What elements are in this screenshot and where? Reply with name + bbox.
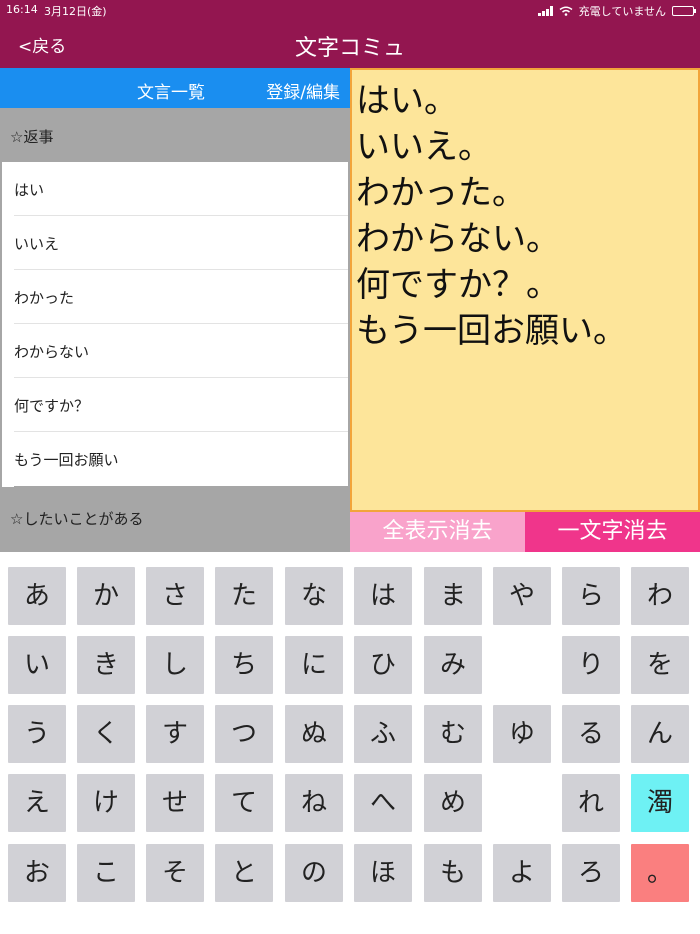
kana-key[interactable]: へ	[354, 774, 412, 832]
back-button[interactable]: <戻る	[18, 32, 66, 57]
display-line: わかった。	[356, 173, 526, 213]
kana-key[interactable]: も	[424, 844, 482, 902]
display-line: 何ですか？。	[356, 265, 560, 305]
kana-key[interactable]: ん	[631, 705, 689, 763]
list-item-label: わかった	[14, 289, 75, 307]
list-item-label: 何ですか？	[14, 397, 90, 415]
phrase-list-items: はい いいえ わかった わからない 何ですか？ もう一回お願い	[2, 162, 348, 487]
kana-key[interactable]: よ	[493, 844, 551, 902]
kana-key[interactable]: つ	[215, 705, 273, 763]
kana-key[interactable]: さ	[146, 567, 204, 625]
kana-key[interactable]: け	[77, 774, 135, 832]
message-display: はい。 いいえ。 わかった。 わからない。 何ですか？。 もう一回お願い。	[350, 68, 700, 512]
kana-key[interactable]: ち	[215, 636, 273, 694]
kana-key[interactable]: お	[8, 844, 66, 902]
page-title: 文字コミュ	[294, 36, 405, 61]
section-title: ☆したいことがある	[10, 510, 144, 528]
kana-key[interactable]: ほ	[354, 844, 412, 902]
kana-key[interactable]: く	[77, 705, 135, 763]
kana-key[interactable]: り	[562, 636, 620, 694]
kana-key[interactable]: な	[285, 567, 343, 625]
list-item-label: もう一回お願い	[14, 451, 119, 469]
section-header-want-to-do: ☆したいことがある	[0, 492, 350, 546]
kana-key[interactable]: え	[8, 774, 66, 832]
wifi-icon	[559, 6, 573, 16]
kana-key[interactable]: ふ	[354, 705, 412, 763]
status-time: 16:14	[6, 3, 38, 16]
list-item-label: いいえ	[14, 235, 60, 253]
kana-key[interactable]: れ	[562, 774, 620, 832]
list-item[interactable]: わかった	[2, 270, 348, 324]
phrase-list[interactable]: ☆返事 はい いいえ わかった わからない 何ですか？ もう一回お願い ☆したい…	[0, 108, 350, 552]
kana-key[interactable]: き	[77, 636, 135, 694]
list-item-label: はい	[14, 181, 45, 199]
clear-all-button[interactable]: 全表示消去	[350, 512, 525, 552]
kana-key[interactable]: ひ	[354, 636, 412, 694]
list-item-label: わからない	[14, 343, 90, 361]
kana-key[interactable]: す	[146, 705, 204, 763]
kana-key[interactable]: ゆ	[493, 705, 551, 763]
kana-key[interactable]: か	[77, 567, 135, 625]
display-line: はい。	[356, 81, 458, 121]
kana-key[interactable]: む	[424, 705, 482, 763]
phrase-panel: 文言一覧 登録/編集 ☆返事 はい いいえ わかった わからない 何ですか？ も…	[0, 68, 350, 552]
display-line: いいえ。	[356, 127, 492, 167]
display-line: もう一回お願い。	[356, 311, 627, 351]
kana-key[interactable]: ろ	[562, 844, 620, 902]
kana-key[interactable]: ぬ	[285, 705, 343, 763]
phrase-list-title: 文言一覧	[137, 83, 205, 103]
nav-bar: 文字コミュ <戻る	[0, 20, 700, 68]
kana-key[interactable]: ま	[424, 567, 482, 625]
kana-key[interactable]: に	[285, 636, 343, 694]
kana-key[interactable]: そ	[146, 844, 204, 902]
kana-key[interactable]: わ	[631, 567, 689, 625]
status-right: 充電していません	[537, 3, 696, 19]
list-item[interactable]: わからない	[2, 324, 348, 378]
kana-key[interactable]: う	[8, 705, 66, 763]
kana-key[interactable]: や	[493, 567, 551, 625]
display-line: わからない。	[356, 219, 560, 259]
list-item[interactable]: もう一回お願い	[2, 432, 348, 487]
status-date: 3月12日(金)	[44, 5, 107, 18]
kana-key[interactable]: み	[424, 636, 482, 694]
kana-key[interactable]: し	[146, 636, 204, 694]
section-header-reply: ☆返事	[0, 108, 350, 162]
phrase-panel-header: 文言一覧 登録/編集	[0, 68, 350, 108]
delete-one-char-button[interactable]: 一文字消去	[525, 512, 700, 552]
kana-key[interactable]: ね	[285, 774, 343, 832]
kana-key[interactable]: あ	[8, 567, 66, 625]
kana-key[interactable]: の	[285, 844, 343, 902]
period-key[interactable]: 。	[631, 844, 689, 902]
kana-key[interactable]: は	[354, 567, 412, 625]
kana-key[interactable]: と	[215, 844, 273, 902]
list-item[interactable]: いいえ	[2, 216, 348, 270]
section-title: ☆返事	[10, 128, 54, 146]
kana-key[interactable]: い	[8, 636, 66, 694]
kana-key[interactable]: せ	[146, 774, 204, 832]
list-item[interactable]: 何ですか？	[2, 378, 348, 432]
kana-key[interactable]: て	[215, 774, 273, 832]
display-text: はい。 いいえ。 わかった。 わからない。 何ですか？。 もう一回お願い。	[356, 78, 627, 354]
kana-key[interactable]: を	[631, 636, 689, 694]
status-bar: 16:14 3月12日(金) 充電していません	[0, 0, 700, 20]
battery-icon	[672, 6, 696, 16]
kana-key[interactable]: こ	[77, 844, 135, 902]
dakuten-key[interactable]: 濁	[631, 774, 689, 832]
charging-status: 充電していません	[578, 5, 666, 18]
kana-key[interactable]: る	[562, 705, 620, 763]
signal-icon	[537, 6, 553, 16]
register-edit-button[interactable]: 登録/編集	[266, 78, 340, 103]
list-item[interactable]: はい	[2, 162, 348, 216]
kana-keyboard: あいうえお かきくけこ さしすせそ たちつてと なにぬねの はひふへほ まみむめも やゆよ らり…	[0, 552, 700, 934]
kana-key[interactable]: ら	[562, 567, 620, 625]
kana-key[interactable]: め	[424, 774, 482, 832]
kana-key[interactable]: た	[215, 567, 273, 625]
